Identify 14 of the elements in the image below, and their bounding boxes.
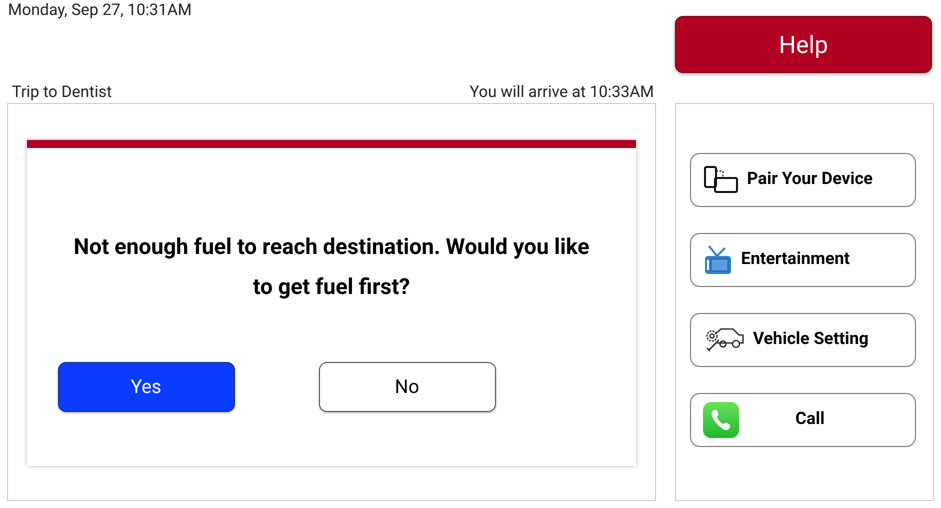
phone-icon — [703, 402, 739, 438]
dialog-message: Not enough fuel to reach destination. Would you like to get fuel first? — [72, 234, 590, 302]
no-button[interactable]: No — [318, 362, 496, 412]
menu-button[interactable]: Entertainment — [690, 233, 916, 287]
tv-icon — [703, 244, 733, 276]
yes-button[interactable]: Yes — [58, 362, 234, 412]
menu-button[interactable]: Pair Your Device — [690, 153, 916, 207]
help-button[interactable]: Help — [675, 16, 932, 73]
menu-button[interactable]: Vehicle Setting — [690, 313, 916, 367]
menu-button[interactable]: Call — [690, 393, 916, 447]
date-time: Monday, Sep 27, 10:31AM — [8, 0, 193, 20]
arrival-time: You will arrive at 10:33AM — [470, 82, 654, 102]
trip-title: Trip to Dentist — [12, 82, 112, 102]
devices-icon — [703, 166, 739, 194]
